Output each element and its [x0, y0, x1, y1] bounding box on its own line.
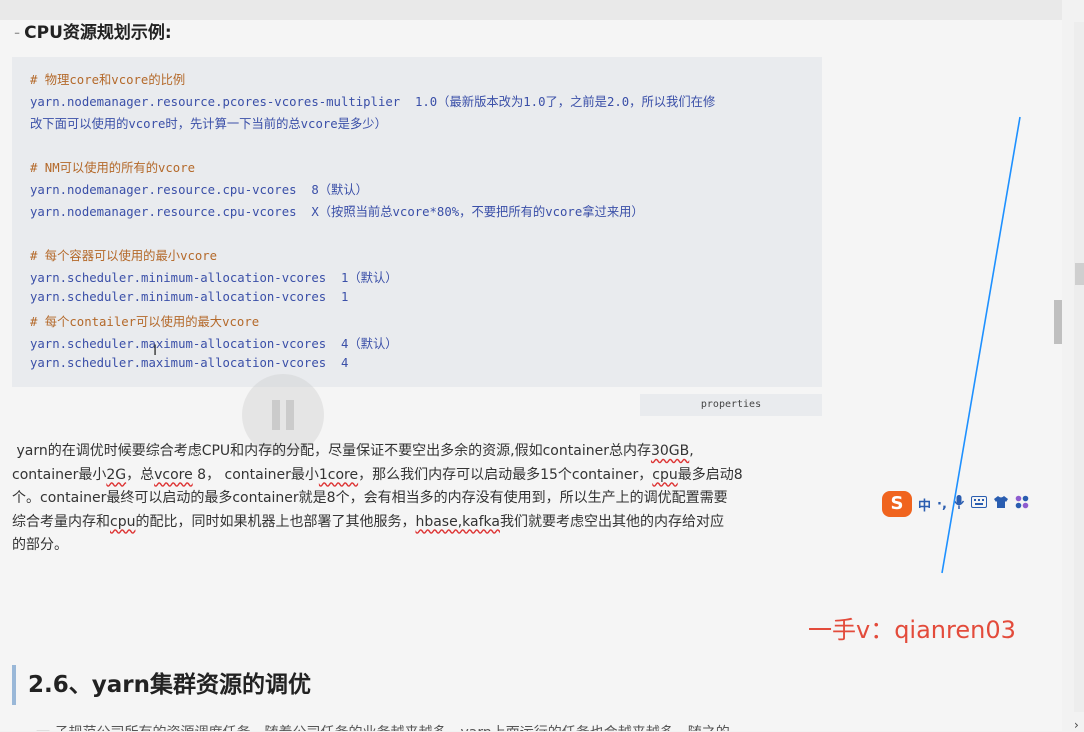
scrollbar-marker — [1075, 263, 1084, 285]
document-page: - CPU资源规划示例: # 物理core和vcore的比例 yarn.nodem… — [0, 0, 1062, 731]
scroll-down-arrow-icon[interactable]: › — [1074, 718, 1079, 732]
scrollbar-track[interactable] — [1074, 22, 1084, 712]
vertical-scrollbar[interactable]: › — [1054, 0, 1084, 732]
scrollbar-thumb[interactable] — [1054, 300, 1062, 344]
annotation-pen-stroke — [941, 116, 1021, 574]
